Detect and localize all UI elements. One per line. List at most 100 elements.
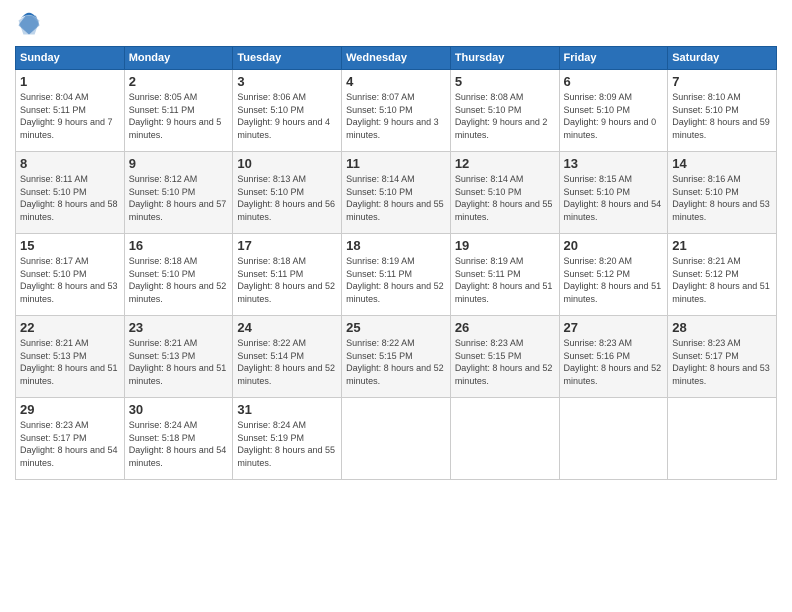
day-number: 7 xyxy=(672,74,772,89)
calendar-cell: 24 Sunrise: 8:22 AMSunset: 5:14 PMDaylig… xyxy=(233,316,342,398)
day-info: Sunrise: 8:14 AMSunset: 5:10 PMDaylight:… xyxy=(455,174,553,222)
day-number: 2 xyxy=(129,74,229,89)
day-number: 11 xyxy=(346,156,446,171)
calendar-week-2: 8 Sunrise: 8:11 AMSunset: 5:10 PMDayligh… xyxy=(16,152,777,234)
day-number: 18 xyxy=(346,238,446,253)
weekday-header-sunday: Sunday xyxy=(16,47,125,70)
day-number: 28 xyxy=(672,320,772,335)
weekday-header-wednesday: Wednesday xyxy=(342,47,451,70)
calendar-week-5: 29 Sunrise: 8:23 AMSunset: 5:17 PMDaylig… xyxy=(16,398,777,480)
calendar-cell: 7 Sunrise: 8:10 AMSunset: 5:10 PMDayligh… xyxy=(668,70,777,152)
day-info: Sunrise: 8:12 AMSunset: 5:10 PMDaylight:… xyxy=(129,174,227,222)
calendar-cell: 20 Sunrise: 8:20 AMSunset: 5:12 PMDaylig… xyxy=(559,234,668,316)
day-info: Sunrise: 8:23 AMSunset: 5:15 PMDaylight:… xyxy=(455,338,553,386)
day-number: 10 xyxy=(237,156,337,171)
calendar-cell: 1 Sunrise: 8:04 AMSunset: 5:11 PMDayligh… xyxy=(16,70,125,152)
day-info: Sunrise: 8:20 AMSunset: 5:12 PMDaylight:… xyxy=(564,256,662,304)
calendar-table: SundayMondayTuesdayWednesdayThursdayFrid… xyxy=(15,46,777,480)
day-info: Sunrise: 8:06 AMSunset: 5:10 PMDaylight:… xyxy=(237,92,330,140)
calendar-cell: 3 Sunrise: 8:06 AMSunset: 5:10 PMDayligh… xyxy=(233,70,342,152)
day-info: Sunrise: 8:22 AMSunset: 5:14 PMDaylight:… xyxy=(237,338,335,386)
day-info: Sunrise: 8:15 AMSunset: 5:10 PMDaylight:… xyxy=(564,174,662,222)
calendar-cell: 29 Sunrise: 8:23 AMSunset: 5:17 PMDaylig… xyxy=(16,398,125,480)
day-number: 23 xyxy=(129,320,229,335)
calendar-cell: 21 Sunrise: 8:21 AMSunset: 5:12 PMDaylig… xyxy=(668,234,777,316)
day-info: Sunrise: 8:18 AMSunset: 5:10 PMDaylight:… xyxy=(129,256,227,304)
day-info: Sunrise: 8:21 AMSunset: 5:13 PMDaylight:… xyxy=(20,338,118,386)
day-number: 6 xyxy=(564,74,664,89)
day-number: 5 xyxy=(455,74,555,89)
day-info: Sunrise: 8:18 AMSunset: 5:11 PMDaylight:… xyxy=(237,256,335,304)
calendar-cell: 15 Sunrise: 8:17 AMSunset: 5:10 PMDaylig… xyxy=(16,234,125,316)
day-number: 16 xyxy=(129,238,229,253)
calendar-week-4: 22 Sunrise: 8:21 AMSunset: 5:13 PMDaylig… xyxy=(16,316,777,398)
calendar-cell: 31 Sunrise: 8:24 AMSunset: 5:19 PMDaylig… xyxy=(233,398,342,480)
day-info: Sunrise: 8:07 AMSunset: 5:10 PMDaylight:… xyxy=(346,92,439,140)
calendar-cell: 10 Sunrise: 8:13 AMSunset: 5:10 PMDaylig… xyxy=(233,152,342,234)
day-number: 8 xyxy=(20,156,120,171)
day-info: Sunrise: 8:23 AMSunset: 5:16 PMDaylight:… xyxy=(564,338,662,386)
day-number: 21 xyxy=(672,238,772,253)
day-number: 15 xyxy=(20,238,120,253)
day-number: 12 xyxy=(455,156,555,171)
day-info: Sunrise: 8:17 AMSunset: 5:10 PMDaylight:… xyxy=(20,256,118,304)
day-number: 26 xyxy=(455,320,555,335)
weekday-header-saturday: Saturday xyxy=(668,47,777,70)
calendar-week-3: 15 Sunrise: 8:17 AMSunset: 5:10 PMDaylig… xyxy=(16,234,777,316)
day-number: 27 xyxy=(564,320,664,335)
day-info: Sunrise: 8:13 AMSunset: 5:10 PMDaylight:… xyxy=(237,174,335,222)
day-number: 25 xyxy=(346,320,446,335)
day-info: Sunrise: 8:11 AMSunset: 5:10 PMDaylight:… xyxy=(20,174,118,222)
weekday-header-thursday: Thursday xyxy=(450,47,559,70)
weekday-header-friday: Friday xyxy=(559,47,668,70)
calendar-container: SundayMondayTuesdayWednesdayThursdayFrid… xyxy=(0,0,792,612)
day-number: 9 xyxy=(129,156,229,171)
calendar-cell: 13 Sunrise: 8:15 AMSunset: 5:10 PMDaylig… xyxy=(559,152,668,234)
day-number: 31 xyxy=(237,402,337,417)
day-info: Sunrise: 8:24 AMSunset: 5:19 PMDaylight:… xyxy=(237,420,335,468)
day-info: Sunrise: 8:08 AMSunset: 5:10 PMDaylight:… xyxy=(455,92,548,140)
calendar-cell: 11 Sunrise: 8:14 AMSunset: 5:10 PMDaylig… xyxy=(342,152,451,234)
calendar-week-1: 1 Sunrise: 8:04 AMSunset: 5:11 PMDayligh… xyxy=(16,70,777,152)
day-info: Sunrise: 8:16 AMSunset: 5:10 PMDaylight:… xyxy=(672,174,770,222)
calendar-cell: 8 Sunrise: 8:11 AMSunset: 5:10 PMDayligh… xyxy=(16,152,125,234)
day-number: 30 xyxy=(129,402,229,417)
weekday-header-tuesday: Tuesday xyxy=(233,47,342,70)
day-info: Sunrise: 8:23 AMSunset: 5:17 PMDaylight:… xyxy=(20,420,118,468)
day-info: Sunrise: 8:10 AMSunset: 5:10 PMDaylight:… xyxy=(672,92,770,140)
day-info: Sunrise: 8:04 AMSunset: 5:11 PMDaylight:… xyxy=(20,92,113,140)
day-number: 24 xyxy=(237,320,337,335)
calendar-cell: 9 Sunrise: 8:12 AMSunset: 5:10 PMDayligh… xyxy=(124,152,233,234)
day-number: 4 xyxy=(346,74,446,89)
calendar-cell xyxy=(342,398,451,480)
calendar-cell: 6 Sunrise: 8:09 AMSunset: 5:10 PMDayligh… xyxy=(559,70,668,152)
calendar-cell: 12 Sunrise: 8:14 AMSunset: 5:10 PMDaylig… xyxy=(450,152,559,234)
calendar-cell: 30 Sunrise: 8:24 AMSunset: 5:18 PMDaylig… xyxy=(124,398,233,480)
weekday-header-monday: Monday xyxy=(124,47,233,70)
calendar-cell: 26 Sunrise: 8:23 AMSunset: 5:15 PMDaylig… xyxy=(450,316,559,398)
day-info: Sunrise: 8:21 AMSunset: 5:13 PMDaylight:… xyxy=(129,338,227,386)
calendar-cell: 18 Sunrise: 8:19 AMSunset: 5:11 PMDaylig… xyxy=(342,234,451,316)
calendar-cell: 27 Sunrise: 8:23 AMSunset: 5:16 PMDaylig… xyxy=(559,316,668,398)
calendar-cell: 5 Sunrise: 8:08 AMSunset: 5:10 PMDayligh… xyxy=(450,70,559,152)
calendar-cell xyxy=(668,398,777,480)
day-number: 1 xyxy=(20,74,120,89)
calendar-cell: 4 Sunrise: 8:07 AMSunset: 5:10 PMDayligh… xyxy=(342,70,451,152)
logo xyxy=(15,10,47,38)
day-info: Sunrise: 8:23 AMSunset: 5:17 PMDaylight:… xyxy=(672,338,770,386)
calendar-cell: 2 Sunrise: 8:05 AMSunset: 5:11 PMDayligh… xyxy=(124,70,233,152)
calendar-cell: 23 Sunrise: 8:21 AMSunset: 5:13 PMDaylig… xyxy=(124,316,233,398)
calendar-cell: 19 Sunrise: 8:19 AMSunset: 5:11 PMDaylig… xyxy=(450,234,559,316)
day-info: Sunrise: 8:19 AMSunset: 5:11 PMDaylight:… xyxy=(455,256,553,304)
day-number: 3 xyxy=(237,74,337,89)
day-info: Sunrise: 8:09 AMSunset: 5:10 PMDaylight:… xyxy=(564,92,657,140)
day-number: 17 xyxy=(237,238,337,253)
day-info: Sunrise: 8:21 AMSunset: 5:12 PMDaylight:… xyxy=(672,256,770,304)
day-info: Sunrise: 8:19 AMSunset: 5:11 PMDaylight:… xyxy=(346,256,444,304)
day-info: Sunrise: 8:24 AMSunset: 5:18 PMDaylight:… xyxy=(129,420,227,468)
day-number: 20 xyxy=(564,238,664,253)
day-number: 29 xyxy=(20,402,120,417)
calendar-cell: 25 Sunrise: 8:22 AMSunset: 5:15 PMDaylig… xyxy=(342,316,451,398)
calendar-cell: 14 Sunrise: 8:16 AMSunset: 5:10 PMDaylig… xyxy=(668,152,777,234)
calendar-cell: 22 Sunrise: 8:21 AMSunset: 5:13 PMDaylig… xyxy=(16,316,125,398)
